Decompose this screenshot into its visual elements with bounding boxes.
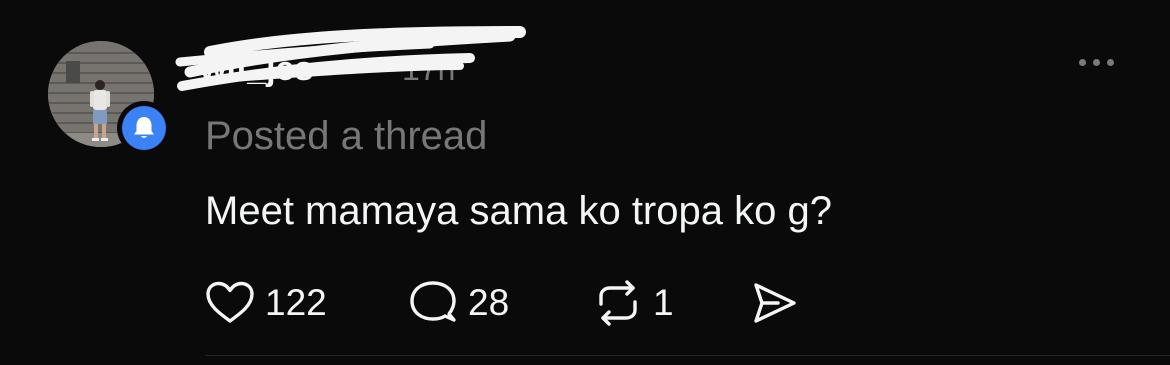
- post-meta: Posted a thread: [205, 114, 488, 158]
- action-bar: 122 28 1: [205, 276, 798, 330]
- repost-count: 1: [653, 282, 674, 323]
- bell-icon: [134, 117, 154, 138]
- heart-icon: [206, 281, 254, 323]
- send-icon: [754, 283, 796, 323]
- like-count: 122: [265, 282, 327, 323]
- redaction-scribble: wlf_jes 17h: [175, 26, 526, 91]
- notification-badge[interactable]: [117, 101, 171, 155]
- username-redacted[interactable]: wlf_jes 17h: [170, 14, 540, 104]
- reply-count: 28: [468, 282, 510, 323]
- repost-button[interactable]: 1: [593, 280, 748, 326]
- more-horizontal-icon-dot: [1092, 58, 1100, 66]
- more-horizontal-icon-dot: [1106, 58, 1114, 66]
- like-button[interactable]: 122: [205, 281, 408, 325]
- post-text: Meet mamaya sama ko tropa ko g?: [205, 189, 832, 233]
- repost-icon: [599, 280, 637, 326]
- more-horizontal-icon: [1078, 58, 1086, 66]
- more-options-button[interactable]: [1066, 50, 1126, 74]
- comment-icon: [410, 281, 456, 322]
- share-button[interactable]: [748, 280, 798, 326]
- reply-button[interactable]: 28: [408, 279, 593, 327]
- post-divider: [205, 355, 1170, 356]
